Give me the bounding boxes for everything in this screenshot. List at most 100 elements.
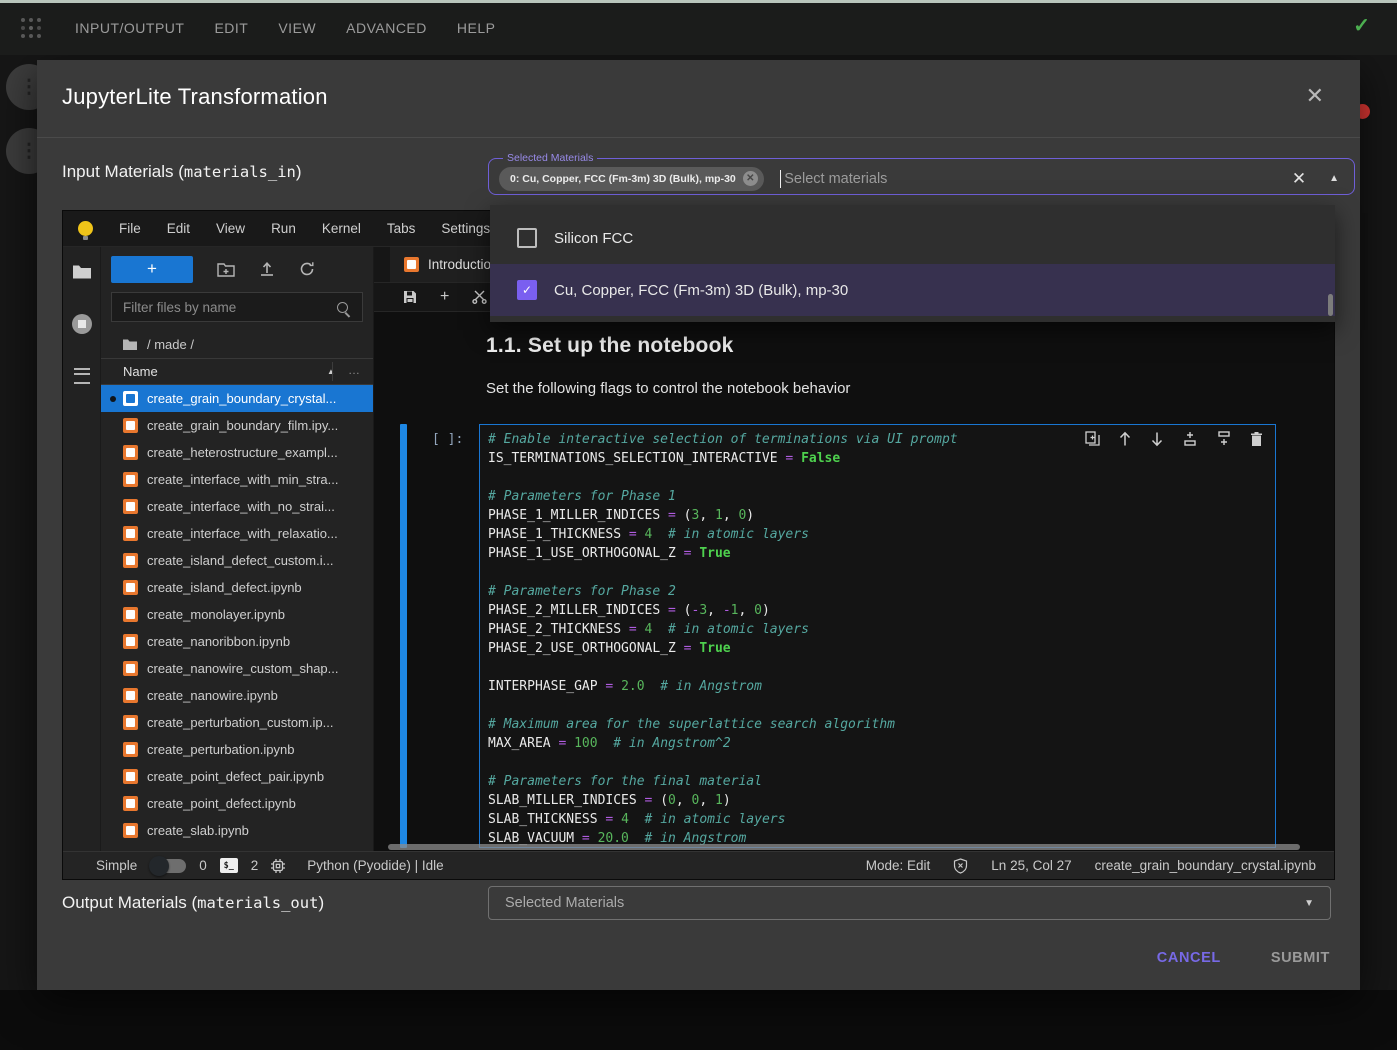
- file-row[interactable]: create_perturbation.ipynb: [101, 736, 373, 763]
- more-columns-icon: …: [348, 363, 361, 377]
- chip-delete-icon[interactable]: ✕: [743, 171, 758, 186]
- file-name: create_interface_with_min_stra...: [147, 472, 338, 487]
- delete-cell-icon[interactable]: [1250, 431, 1263, 447]
- file-row[interactable]: create_interface_with_min_stra...: [101, 466, 373, 493]
- dropdown-scrollbar[interactable]: [1328, 294, 1333, 316]
- file-browser-toolbar: +: [101, 247, 373, 291]
- file-row[interactable]: create_point_defect.ipynb: [101, 790, 373, 817]
- file-row[interactable]: create_nanowire.ipynb: [101, 682, 373, 709]
- kernel-count[interactable]: 2: [251, 858, 259, 873]
- file-list: create_grain_boundary_crystal...create_g…: [101, 385, 373, 851]
- page-background: [0, 990, 1397, 1050]
- select-materials-placeholder[interactable]: Select materials: [784, 171, 887, 187]
- toggle-knob: [149, 856, 169, 876]
- submit-button[interactable]: SUBMIT: [1269, 944, 1332, 972]
- notebook-content: 1.1. Set up the notebook Set the followi…: [374, 312, 1334, 851]
- editor-mode[interactable]: Mode: Edit: [866, 858, 931, 873]
- cancel-button[interactable]: CANCEL: [1155, 944, 1223, 972]
- file-name: create_nanowire.ipynb: [147, 688, 278, 703]
- code-line: SLAB_MILLER_INDICES = (0, 0, 1): [488, 791, 1275, 810]
- file-row[interactable]: create_point_defect_pair.ipynb: [101, 763, 373, 790]
- save-icon[interactable]: [403, 290, 417, 304]
- file-row[interactable]: create_grain_boundary_crystal...: [101, 385, 373, 412]
- collapse-dropdown-icon[interactable]: ▲: [1329, 173, 1339, 184]
- top-edge-strip: [0, 0, 1397, 3]
- app-menu-input-output[interactable]: INPUT/OUTPUT: [75, 20, 184, 36]
- file-row[interactable]: create_interface_with_no_strai...: [101, 493, 373, 520]
- move-cell-up-icon[interactable]: [1118, 431, 1132, 447]
- file-row[interactable]: create_grain_boundary_film.ipy...: [101, 412, 373, 439]
- dialog-header: JupyterLite Transformation ✕: [37, 60, 1360, 138]
- simple-mode-toggle[interactable]: [152, 859, 186, 873]
- cell-collapser-bar[interactable]: [400, 424, 407, 848]
- duplicate-cell-icon[interactable]: [1085, 431, 1100, 447]
- code-editor[interactable]: # Enable interactive selection of termin…: [479, 424, 1276, 848]
- cursor-position[interactable]: Ln 25, Col 27: [991, 858, 1071, 873]
- file-list-header[interactable]: Name ▲ …: [101, 358, 373, 385]
- file-name: create_perturbation.ipynb: [147, 742, 294, 757]
- app-menu-edit[interactable]: EDIT: [214, 20, 248, 36]
- material-option[interactable]: ✓Cu, Copper, FCC (Fm-3m) 3D (Bulk), mp-3…: [490, 264, 1335, 316]
- horizontal-scrollbar[interactable]: [388, 844, 1300, 850]
- file-name: create_interface_with_no_strai...: [147, 499, 335, 514]
- breadcrumb[interactable]: / made /: [101, 331, 373, 358]
- jupyterlab-menu-run[interactable]: Run: [271, 221, 296, 236]
- cell-toolbar: [1085, 431, 1263, 447]
- new-launcher-button[interactable]: +: [111, 256, 193, 283]
- active-filename: create_grain_boundary_crystal.ipynb: [1095, 858, 1316, 873]
- output-materials-select[interactable]: Selected Materials ▼: [488, 886, 1331, 920]
- file-row[interactable]: create_perturbation_custom.ip...: [101, 709, 373, 736]
- file-browser-icon[interactable]: [72, 263, 92, 280]
- refresh-icon[interactable]: [299, 261, 315, 277]
- material-chip-label: 0: Cu, Copper, FCC (Fm-3m) 3D (Bulk), mp…: [510, 173, 736, 185]
- app-menu-advanced[interactable]: ADVANCED: [346, 20, 427, 36]
- new-folder-icon[interactable]: [217, 262, 235, 277]
- app-menu-help[interactable]: HELP: [457, 20, 496, 36]
- code-line: [488, 563, 1275, 582]
- close-icon[interactable]: ✕: [1306, 85, 1324, 107]
- app-logo-icon[interactable]: [20, 17, 42, 39]
- jupyterlab-menu-tabs[interactable]: Tabs: [387, 221, 416, 236]
- material-option[interactable]: ✓ Silicon FCC: [490, 212, 1335, 264]
- cut-cell-icon[interactable]: [472, 290, 487, 304]
- app-menus: INPUT/OUTPUT EDIT VIEW ADVANCED HELP: [75, 20, 495, 36]
- app-menu-view[interactable]: VIEW: [278, 20, 316, 36]
- checkbox-icon[interactable]: ✓: [517, 280, 537, 300]
- file-row[interactable]: create_nanoribbon.ipynb: [101, 628, 373, 655]
- move-cell-down-icon[interactable]: [1150, 431, 1164, 447]
- checkbox-icon[interactable]: ✓: [517, 228, 537, 248]
- insert-cell-below-icon[interactable]: [1216, 431, 1232, 447]
- file-row[interactable]: create_nanowire_custom_shap...: [101, 655, 373, 682]
- file-row[interactable]: create_monolayer.ipynb: [101, 601, 373, 628]
- notebook-file-icon: [123, 418, 138, 433]
- jupyterlab-body: + / made /: [63, 247, 1334, 851]
- insert-cell-above-icon[interactable]: [1182, 431, 1198, 447]
- file-filter-input[interactable]: [112, 300, 337, 315]
- selected-materials-legend: Selected Materials: [503, 153, 597, 164]
- terminal-count[interactable]: 0: [199, 858, 207, 873]
- jupyterlab-menu-edit[interactable]: Edit: [167, 221, 190, 236]
- file-row[interactable]: create_heterostructure_exampl...: [101, 439, 373, 466]
- notebook-file-icon: [123, 391, 138, 406]
- material-chip[interactable]: 0: Cu, Copper, FCC (Fm-3m) 3D (Bulk), mp…: [499, 167, 764, 191]
- file-row[interactable]: create_slab.ipynb: [101, 817, 373, 844]
- jupyterlab-menu-settings[interactable]: Settings: [441, 221, 490, 236]
- selected-materials-field[interactable]: Selected Materials 0: Cu, Copper, FCC (F…: [488, 153, 1355, 195]
- notebook-file-icon: [123, 607, 138, 622]
- file-row[interactable]: create_island_defect_custom.i...: [101, 547, 373, 574]
- notebook-file-icon: [123, 553, 138, 568]
- clear-selection-icon[interactable]: ✕: [1292, 170, 1306, 187]
- upload-icon[interactable]: [259, 261, 275, 277]
- kernel-status[interactable]: Python (Pyodide) | Idle: [307, 858, 443, 873]
- file-row[interactable]: create_interface_with_relaxatio...: [101, 520, 373, 547]
- jupyterlab-menu-kernel[interactable]: Kernel: [322, 221, 361, 236]
- jupyterlab-menu-view[interactable]: View: [216, 221, 245, 236]
- running-sessions-icon[interactable]: [72, 314, 92, 334]
- table-of-contents-icon[interactable]: [74, 368, 90, 384]
- material-option-label: Silicon FCC: [554, 230, 633, 247]
- statusbar-left: Simple 0 $_ 2 Python (Pyodide) | Idle: [96, 858, 444, 874]
- jupyterlab-menu-file[interactable]: File: [119, 221, 141, 236]
- insert-cell-icon[interactable]: +: [440, 289, 449, 305]
- code-line: [488, 753, 1275, 772]
- file-row[interactable]: create_island_defect.ipynb: [101, 574, 373, 601]
